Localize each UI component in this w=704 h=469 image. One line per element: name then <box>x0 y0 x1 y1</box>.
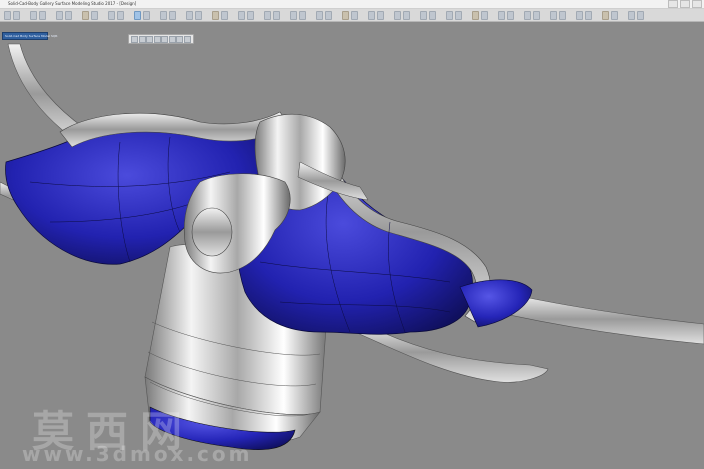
light-secondary-icon[interactable] <box>611 11 618 20</box>
minimize-button[interactable] <box>668 0 678 8</box>
fillet-secondary-icon[interactable] <box>325 11 332 20</box>
close-button[interactable] <box>692 0 702 8</box>
measure-secondary-icon[interactable] <box>429 11 436 20</box>
material-icon[interactable] <box>524 11 531 20</box>
settings-icon[interactable] <box>628 11 635 20</box>
surface-icon[interactable] <box>264 11 271 20</box>
layer-icon[interactable] <box>498 11 505 20</box>
blend-secondary-icon[interactable] <box>351 11 358 20</box>
rotate-secondary-icon[interactable] <box>195 11 202 20</box>
pan-icon[interactable] <box>138 36 146 43</box>
maximize-button[interactable] <box>680 0 690 8</box>
move-icon[interactable] <box>160 11 167 20</box>
redo-icon[interactable] <box>108 11 115 20</box>
snap-secondary-icon[interactable] <box>481 11 488 20</box>
shaded-icon[interactable] <box>168 36 176 43</box>
select-icon[interactable] <box>134 11 141 20</box>
move-secondary-icon[interactable] <box>169 11 176 20</box>
settings-secondary-icon[interactable] <box>637 11 644 20</box>
array-secondary-icon[interactable] <box>403 11 410 20</box>
mirror-icon[interactable] <box>368 11 375 20</box>
window-title: Solid-Cad-Body Gallery Surface Modeling … <box>8 1 137 6</box>
camera-icon[interactable] <box>183 36 191 43</box>
window-titlebar: Solid-Cad-Body Gallery Surface Modeling … <box>0 0 704 9</box>
fillet-icon[interactable] <box>316 11 323 20</box>
document-area-header <box>0 22 704 32</box>
undo-icon[interactable] <box>82 11 89 20</box>
grid-icon[interactable] <box>446 11 453 20</box>
camera-secondary-icon[interactable] <box>585 11 592 20</box>
orbit-icon[interactable] <box>146 36 153 43</box>
window-controls <box>668 0 702 8</box>
grid-secondary-icon[interactable] <box>455 11 462 20</box>
undo-secondary-icon[interactable] <box>91 11 98 20</box>
open-secondary-icon[interactable] <box>39 11 46 20</box>
open-icon[interactable] <box>30 11 37 20</box>
save-secondary-icon[interactable] <box>65 11 72 20</box>
save-icon[interactable] <box>56 11 63 20</box>
fit-icon[interactable] <box>153 36 161 43</box>
select-secondary-icon[interactable] <box>143 11 150 20</box>
right-arm-far <box>504 293 704 345</box>
section-icon[interactable] <box>176 36 183 43</box>
redo-secondary-icon[interactable] <box>117 11 124 20</box>
array-icon[interactable] <box>394 11 401 20</box>
zoom-icon[interactable] <box>131 36 138 43</box>
scale-icon[interactable] <box>212 11 219 20</box>
surface-secondary-icon[interactable] <box>273 11 280 20</box>
main-toolbar <box>0 9 704 22</box>
rotate-icon[interactable] <box>186 11 193 20</box>
light-icon[interactable] <box>602 11 609 20</box>
snap-icon[interactable] <box>472 11 479 20</box>
measure-icon[interactable] <box>420 11 427 20</box>
file-secondary-icon[interactable] <box>13 11 20 20</box>
mirror-secondary-icon[interactable] <box>377 11 384 20</box>
render-icon[interactable] <box>550 11 557 20</box>
view-toolbar <box>128 34 194 44</box>
render-secondary-icon[interactable] <box>559 11 566 20</box>
trim-secondary-icon[interactable] <box>299 11 306 20</box>
curve-icon[interactable] <box>238 11 245 20</box>
blend-icon[interactable] <box>342 11 349 20</box>
curve-secondary-icon[interactable] <box>247 11 254 20</box>
trim-icon[interactable] <box>290 11 297 20</box>
camera-icon[interactable] <box>576 11 583 20</box>
layer-secondary-icon[interactable] <box>507 11 514 20</box>
file-icon[interactable] <box>4 11 11 20</box>
scale-secondary-icon[interactable] <box>221 11 228 20</box>
material-secondary-icon[interactable] <box>533 11 540 20</box>
watermark-url: www.3dmox.com <box>22 442 253 466</box>
wireframe-icon[interactable] <box>161 36 168 43</box>
